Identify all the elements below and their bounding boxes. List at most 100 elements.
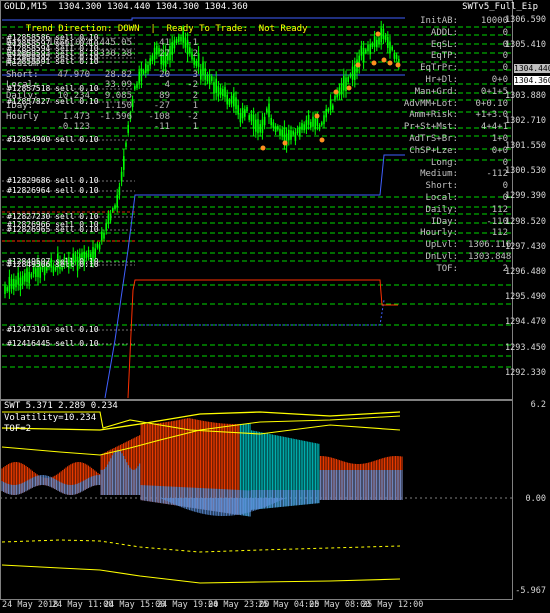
ea-param-value: 10000	[480, 16, 508, 26]
indicator-canvas[interactable]	[0, 400, 550, 600]
ea-param-value: +1+3.0	[475, 110, 508, 121]
indicator-tof: TOF=2	[4, 424, 32, 434]
trade-marker	[333, 89, 339, 95]
candle-body	[228, 100, 231, 105]
candle-body	[310, 121, 312, 128]
candle-body	[114, 205, 116, 209]
candle-body	[10, 279, 13, 289]
order-label: #12857827 sell 0.10	[7, 97, 99, 106]
ready-to-trade-label: Ready To Trade:	[166, 24, 248, 34]
candle-body	[266, 108, 268, 113]
ea-param-value: 1+0	[491, 134, 508, 144]
ea-param-label: Short:	[425, 181, 458, 192]
main-chart-pane[interactable]: GOLD,M15 1304.300 1304.440 1304.300 1304…	[0, 0, 550, 400]
candle-body	[24, 273, 26, 282]
candle-body	[373, 36, 376, 47]
ea-param-label: UpLvl:	[425, 240, 458, 251]
ea-param-label: EqTP:	[430, 51, 458, 62]
candle-body	[98, 244, 101, 250]
price-axis-label: 1302.710	[505, 115, 546, 126]
candle-body	[314, 118, 316, 130]
candle-body	[292, 131, 294, 135]
candle-body	[8, 276, 11, 292]
trade-marker	[375, 31, 381, 37]
candle-body	[340, 83, 343, 95]
stats-row-value-4: 2	[192, 48, 198, 59]
trade-marker	[346, 85, 352, 91]
stats-row-value-4: -1	[187, 38, 198, 48]
stats-row-value-4: 2	[192, 90, 198, 101]
candle-body	[107, 214, 110, 224]
trade-marker	[314, 113, 320, 119]
stats-row-value-4: 1	[192, 101, 198, 111]
stats-row-value-1: -0.123	[57, 122, 90, 132]
price-axis-label: 1292.330	[505, 367, 546, 378]
candle-body	[255, 119, 257, 132]
order-label: #12854900 sell 0.10	[7, 135, 99, 144]
trend-direction-value: DOWN	[117, 24, 140, 34]
ea-param-value: 0	[502, 27, 508, 38]
ea-param-label: Medium:	[420, 169, 458, 180]
lower-dotted-line	[1, 539, 401, 553]
order-label: #12858591 sell 0.10	[7, 57, 99, 66]
price-axis-label: 1297.430	[505, 241, 546, 252]
ea-param-label: Man+Grd:	[414, 86, 458, 97]
ea-param-label: Amm+Risk:	[409, 110, 458, 121]
candle-body	[15, 279, 17, 288]
candle-body	[382, 28, 385, 39]
indicator-pane[interactable]: SWT 5.371 2.289 0.234 Volatility=10.234 …	[0, 400, 550, 600]
stats-row-value-2: -1.596	[99, 111, 132, 122]
candle-body	[101, 231, 103, 241]
ea-param-value: 112	[491, 228, 508, 239]
price-axis-label: 1298.520	[505, 216, 546, 227]
candle-body	[318, 125, 321, 130]
price-axis-label: 1294.470	[505, 317, 546, 328]
trade-marker	[387, 60, 393, 66]
candle-body	[123, 156, 125, 170]
candle-body	[215, 78, 217, 94]
candle-body	[222, 89, 224, 97]
candle-body	[371, 43, 374, 48]
candle-body	[281, 129, 283, 137]
indicator-axis-label: -5.967	[515, 586, 546, 596]
ea-param-label: Pr+St+Mst:	[403, 122, 458, 133]
order-label: #12829686 sell 0.10	[7, 176, 99, 185]
candle-body	[200, 69, 202, 80]
candle-body	[116, 194, 118, 207]
ask-price-tag: 1304.440	[514, 64, 550, 73]
candle-body	[230, 95, 233, 104]
trade-marker	[355, 62, 361, 68]
ea-param-value: 0+0	[491, 75, 508, 85]
ea-param-value: 0	[502, 63, 508, 74]
indicator-title: SWT 5.371 2.289 0.234	[4, 401, 118, 411]
candle-body	[105, 222, 107, 231]
candle-body	[305, 120, 308, 130]
candle-body	[343, 75, 345, 91]
stats-row-value-2: 445.05	[99, 38, 132, 48]
candle-body	[387, 36, 389, 48]
candle-body	[26, 268, 28, 282]
candle-body	[367, 44, 369, 52]
ea-param-label: EqTrPr:	[420, 63, 458, 74]
candle-body	[270, 117, 272, 126]
status-separator: |	[150, 24, 156, 34]
candle-body	[290, 130, 292, 140]
candle-body	[261, 119, 264, 133]
order-label: #12849506 sell 0.10	[7, 260, 99, 269]
ready-to-trade-value: Not Ready	[258, 24, 308, 34]
candle-body	[193, 57, 195, 65]
ea-param-label: Local:	[425, 193, 458, 203]
candle-body	[103, 232, 105, 239]
stats-row-value-2: 28.82	[104, 69, 132, 80]
candle-body	[378, 37, 380, 45]
candle-body	[321, 122, 323, 126]
expert-advisor-name[interactable]: SWTv5_Full_Eip	[462, 2, 538, 13]
candle-body	[241, 107, 244, 119]
stats-row-value-3: 41	[159, 38, 170, 48]
candle-body	[224, 87, 226, 97]
candle-body	[259, 124, 261, 133]
ea-param-label: Daily:	[425, 204, 458, 215]
ea-param-label: InitAB:	[420, 16, 458, 26]
ea-param-value: 0	[502, 51, 508, 62]
price-axis-label: 1299.390	[505, 191, 546, 202]
